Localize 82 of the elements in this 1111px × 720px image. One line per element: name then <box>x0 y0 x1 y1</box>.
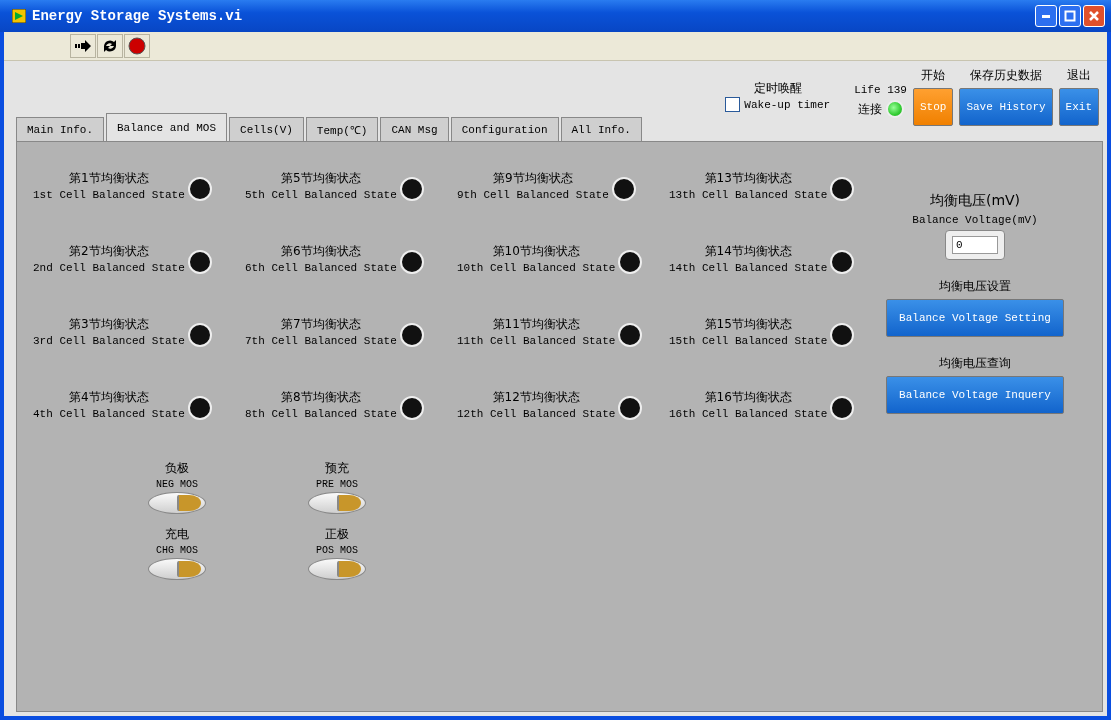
tab[interactable]: CAN Msg <box>380 117 449 141</box>
cell-balance-caption: 第1节均衡状态 <box>69 170 149 187</box>
mos-caption: 充电 <box>165 526 189 543</box>
tab[interactable]: Temp(℃) <box>305 117 379 141</box>
cell-balance-caption: 第2节均衡状态 <box>69 243 149 260</box>
button-caption: 开始 <box>921 67 946 84</box>
cell-balance-caption: 第15节均衡状态 <box>704 316 792 333</box>
app-icon <box>12 9 26 23</box>
balance-voltage-label: Balance Voltage(mV) <box>912 214 1038 226</box>
mos-toggle-switch[interactable] <box>148 492 206 514</box>
setting-caption: 均衡电压设置 <box>939 278 1011 295</box>
stop-sign-icon <box>128 37 146 55</box>
action-button[interactable]: Save History <box>959 88 1053 126</box>
cell-balance-caption: 第6节均衡状态 <box>281 243 361 260</box>
balance-voltage-inquiry-button[interactable]: Balance Voltage Inquery <box>886 376 1064 414</box>
cell-balance-label: 14th Cell Balanced State <box>669 262 828 274</box>
run-continuously-button[interactable] <box>97 34 123 58</box>
tab[interactable]: Cells(V) <box>229 117 304 141</box>
maximize-icon <box>1064 10 1076 22</box>
wake-timer-checkbox[interactable] <box>725 97 741 112</box>
mos-toggle-switch[interactable] <box>308 492 366 514</box>
cell-balance-caption: 第8节均衡状态 <box>281 389 361 406</box>
mos-caption: 预充 <box>325 460 349 477</box>
mos-caption: 正极 <box>325 526 349 543</box>
abort-button[interactable] <box>124 34 150 58</box>
cell-balance-caption: 第7节均衡状态 <box>281 316 361 333</box>
mos-caption: 负极 <box>165 460 189 477</box>
cell-balance-label: 11th Cell Balanced State <box>457 335 616 347</box>
tab[interactable]: Balance and MOS <box>106 113 228 141</box>
tab[interactable]: Configuration <box>450 117 559 141</box>
wake-timer-label: Wake-up timer <box>744 98 831 111</box>
cell-balance-caption: 第3节均衡状态 <box>69 316 149 333</box>
cell-balance-label: 16th Cell Balanced State <box>669 408 828 420</box>
run-arrow-icon <box>74 38 92 54</box>
cell-balance-caption: 第9节均衡状态 <box>493 170 573 187</box>
cell-balance-label: 13th Cell Balanced State <box>669 189 828 201</box>
inquiry-caption: 均衡电压查询 <box>939 355 1011 372</box>
cell-balance-label: 2nd Cell Balanced State <box>33 262 185 274</box>
cell-balance-label: 3rd Cell Balanced State <box>33 335 185 347</box>
mos-label: NEG MOS <box>156 479 198 490</box>
window-title: Energy Storage Systems.vi <box>32 8 243 24</box>
cell-balance-caption: 第13节均衡状态 <box>704 170 792 187</box>
button-caption: 退出 <box>1066 67 1091 84</box>
tab[interactable]: Main Info. <box>16 117 104 141</box>
cell-balance-caption: 第5节均衡状态 <box>281 170 361 187</box>
cell-balance-label: 5th Cell Balanced State <box>245 189 397 201</box>
mos-label: POS MOS <box>316 545 358 556</box>
run-button[interactable] <box>70 34 96 58</box>
wake-timer-caption: 定时唤醒 <box>753 80 802 97</box>
life-counter: Life 139 <box>854 84 907 96</box>
cell-balance-caption: 第4节均衡状态 <box>69 389 149 406</box>
close-button[interactable] <box>1083 5 1105 27</box>
connection-label: 连接 <box>857 100 882 118</box>
mos-label: CHG MOS <box>156 545 198 556</box>
cell-balance-label: 9th Cell Balanced State <box>457 189 609 201</box>
mos-toggle-switch[interactable] <box>148 558 206 580</box>
cell-balance-label: 4th Cell Balanced State <box>33 408 185 420</box>
cell-balance-caption: 第11节均衡状态 <box>492 316 580 333</box>
action-button[interactable]: Exit <box>1058 88 1099 126</box>
cell-balance-label: 7th Cell Balanced State <box>245 335 397 347</box>
cell-balance-caption: 第14节均衡状态 <box>704 243 792 260</box>
button-caption: 保存历史数据 <box>970 67 1042 84</box>
mos-toggle-switch[interactable] <box>308 558 366 580</box>
close-icon <box>1088 10 1100 22</box>
minimize-icon <box>1042 14 1050 18</box>
maximize-button[interactable] <box>1059 5 1081 27</box>
cell-balance-label: 12th Cell Balanced State <box>457 408 616 420</box>
balance-voltage-setting-button[interactable]: Balance Voltage Setting <box>886 299 1064 337</box>
cell-balance-label: 8th Cell Balanced State <box>245 408 397 420</box>
cell-balance-caption: 第10节均衡状态 <box>492 243 580 260</box>
cycle-arrows-icon <box>101 38 119 54</box>
cell-balance-label: 10th Cell Balanced State <box>457 262 616 274</box>
tab[interactable]: All Info. <box>560 117 642 141</box>
minimize-button[interactable] <box>1035 5 1057 27</box>
balance-voltage-caption: 均衡电压(mV) <box>929 192 1021 210</box>
cell-balance-caption: 第12节均衡状态 <box>492 389 580 406</box>
cell-balance-label: 15th Cell Balanced State <box>669 335 828 347</box>
cell-balance-label: 6th Cell Balanced State <box>245 262 397 274</box>
balance-voltage-field[interactable]: 0 <box>945 230 1005 260</box>
cell-balance-caption: 第16节均衡状态 <box>704 389 792 406</box>
mos-label: PRE MOS <box>316 479 358 490</box>
cell-balance-label: 1st Cell Balanced State <box>33 189 185 201</box>
